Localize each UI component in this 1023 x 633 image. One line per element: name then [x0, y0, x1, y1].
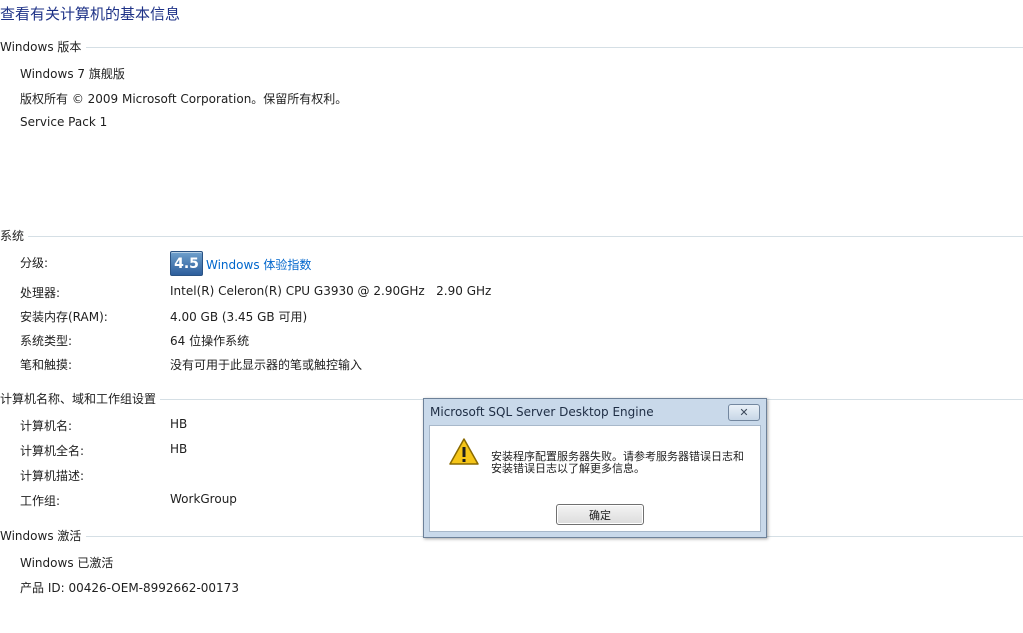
warning-icon [448, 437, 480, 471]
experience-index-link[interactable]: Windows 体验指数 [206, 256, 311, 273]
experience-index-badge[interactable]: 4.5 [170, 251, 203, 276]
windows-edition: Windows 7 旗舰版 [20, 67, 125, 81]
section-divider [86, 47, 1023, 48]
section-heading-activation: Windows 激活 [0, 529, 82, 543]
full-name-value: HB [170, 442, 188, 456]
rating-label: 分级: [20, 256, 49, 270]
error-dialog: Microsoft SQL Server Desktop Engine ✕ 安装… [423, 398, 767, 538]
dialog-message: 安装程序配置服务器失败。请参考服务器错误日志和安装错误日志以了解更多信息。 [491, 450, 744, 475]
product-id: 产品 ID: 00426-OEM-8992662-00173 [20, 581, 239, 595]
section-heading-system: 系统 [0, 229, 25, 243]
dialog-body: 安装程序配置服务器失败。请参考服务器错误日志和安装错误日志以了解更多信息。 确定 [429, 425, 761, 532]
ok-button[interactable]: 确定 [556, 504, 644, 525]
ram-value: 4.00 GB (3.45 GB 可用) [170, 310, 308, 324]
activation-status: Windows 已激活 [20, 556, 114, 570]
dialog-title: Microsoft SQL Server Desktop Engine [430, 405, 654, 419]
section-divider [28, 236, 1023, 237]
description-label: 计算机描述: [20, 469, 85, 483]
workgroup-value: WorkGroup [170, 492, 237, 506]
processor-label: 处理器: [20, 286, 61, 300]
pen-touch-label: 笔和触摸: [20, 358, 73, 372]
section-heading-computer: 计算机名称、域和工作组设置 [0, 392, 157, 406]
computer-name-value: HB [170, 417, 188, 431]
full-name-label: 计算机全名: [20, 444, 85, 458]
workgroup-label: 工作组: [20, 494, 61, 508]
ram-label: 安装内存(RAM): [20, 310, 108, 324]
section-heading-edition: Windows 版本 [0, 40, 82, 54]
copyright-text: 版权所有 © 2009 Microsoft Corporation。保留所有权利… [20, 92, 348, 106]
system-type-label: 系统类型: [20, 334, 73, 348]
page-title: 查看有关计算机的基本信息 [0, 5, 181, 23]
system-type-value: 64 位操作系统 [170, 334, 250, 348]
processor-value: Intel(R) Celeron(R) CPU G3930 @ 2.90GHz … [170, 284, 492, 298]
computer-name-label: 计算机名: [20, 419, 73, 433]
close-icon[interactable]: ✕ [728, 404, 760, 421]
pen-touch-value: 没有可用于此显示器的笔或触控输入 [170, 358, 363, 372]
service-pack: Service Pack 1 [20, 115, 108, 129]
